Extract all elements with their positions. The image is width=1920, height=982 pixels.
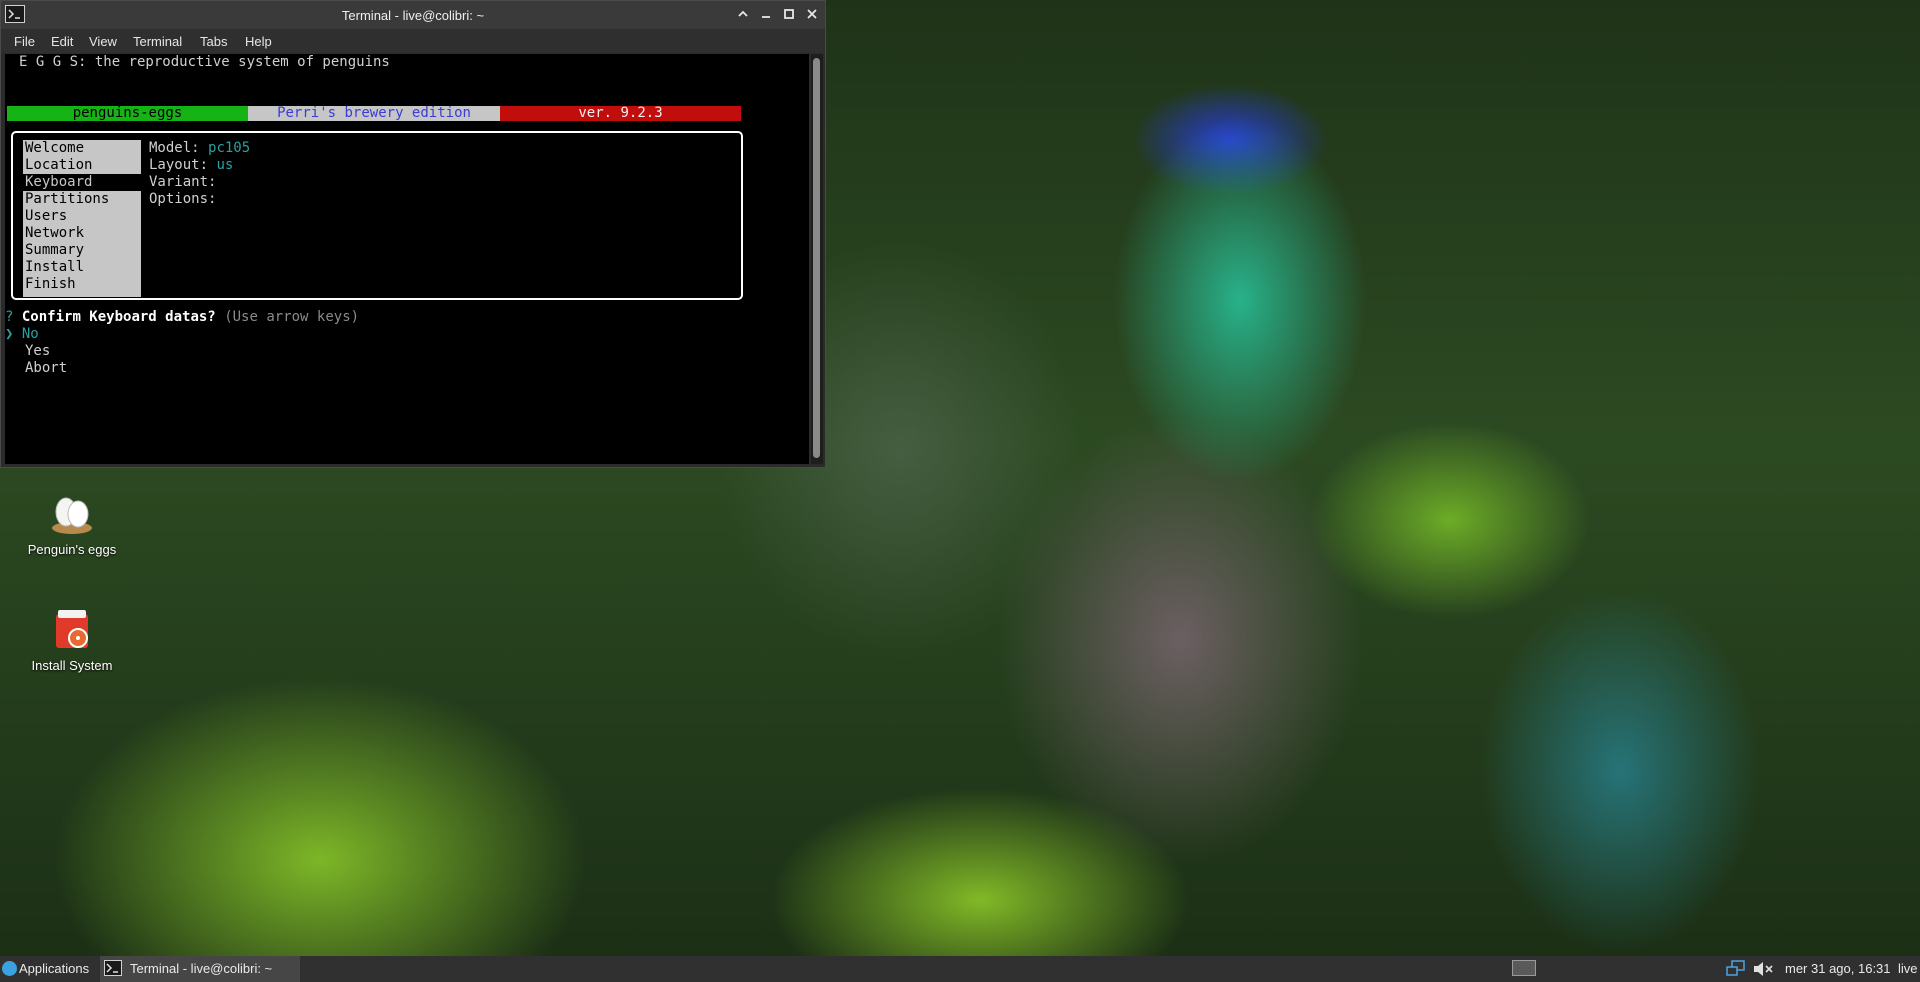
step-users: Users: [25, 208, 68, 224]
options-label: Options:: [149, 191, 217, 207]
step-partitions: Partitions: [25, 191, 110, 207]
user-menu[interactable]: live: [1898, 961, 1918, 976]
menubar: File Edit View Terminal Tabs Help: [1, 29, 825, 53]
window-title: Terminal - live@colibri: ~: [341, 8, 485, 23]
chevron-up-icon: [738, 10, 748, 17]
prompt-marker: ?: [5, 309, 14, 325]
window-titlebar[interactable]: Terminal - live@colibri: ~: [1, 1, 825, 29]
taskbar-item-terminal[interactable]: Terminal - live@colibri: ~: [100, 956, 300, 982]
taskbar: Applications Terminal - live@colibri: ~ …: [0, 956, 1920, 982]
step-finish: Finish: [25, 276, 76, 292]
field-layout: Layout: us: [149, 157, 233, 174]
steps-list: Welcome Location Keyboard Partitions Use…: [23, 140, 141, 297]
step-welcome: Welcome: [25, 140, 85, 156]
layout-label: Layout:: [149, 157, 209, 173]
scrollbar-thumb[interactable]: [813, 58, 820, 458]
taskbar-item-label: Terminal - live@colibri: ~: [130, 961, 273, 976]
model-value: pc105: [208, 140, 251, 156]
banner-product: penguins-eggs: [7, 106, 248, 121]
variant-label: Variant:: [149, 174, 217, 190]
menu-file[interactable]: File: [14, 34, 35, 49]
terminal-scrollbar[interactable]: [811, 54, 823, 464]
prompt-hint: (Use arrow keys): [224, 309, 360, 325]
menu-edit[interactable]: Edit: [51, 34, 73, 49]
shade-button[interactable]: [734, 6, 752, 24]
desktop-icon-install-system[interactable]: Install System: [12, 606, 132, 673]
model-label: Model:: [149, 140, 200, 156]
option-label: No: [21, 326, 39, 342]
desktop-icon-label: Install System: [31, 658, 113, 673]
terminal-output[interactable]: E G G S: the reproductive system of peng…: [5, 54, 809, 464]
prompt-option-no[interactable]: ❯ No: [5, 326, 39, 343]
desktop-icon-penguins-eggs[interactable]: Penguin's eggs: [12, 490, 132, 557]
field-options: Options:: [149, 191, 216, 208]
step-keyboard: Keyboard: [23, 174, 141, 191]
clock[interactable]: mer 31 ago, 16:31: [1785, 961, 1891, 976]
menu-tabs[interactable]: Tabs: [200, 34, 227, 49]
prompt-line: ? Confirm Keyboard datas? (Use arrow key…: [5, 309, 359, 326]
volume-muted-icon[interactable]: [1752, 960, 1774, 978]
menu-help[interactable]: Help: [245, 34, 272, 49]
applications-icon: [2, 961, 17, 976]
applications-label: Applications: [19, 961, 90, 976]
step-install: Install: [25, 259, 85, 275]
prompt-question: Confirm Keyboard datas?: [21, 309, 216, 325]
banner-edition: Perri's brewery edition: [248, 106, 500, 121]
network-icon[interactable]: [1726, 960, 1746, 978]
field-variant: Variant:: [149, 174, 216, 191]
menu-view[interactable]: View: [89, 34, 117, 49]
close-icon: [807, 9, 817, 19]
step-location: Location: [25, 157, 93, 173]
prompt-option-yes[interactable]: Yes: [25, 343, 50, 360]
close-button[interactable]: [803, 6, 821, 24]
installer-icon: [48, 606, 96, 654]
minimize-button[interactable]: [757, 6, 775, 24]
selection-pointer-icon: ❯: [5, 326, 14, 342]
minimize-icon: [762, 16, 770, 18]
terminal-icon: [104, 960, 122, 976]
desktop-icon-label: Penguin's eggs: [27, 542, 117, 557]
eggs-icon: [48, 490, 96, 538]
terminal-window: Terminal - live@colibri: ~ File Edit Vie…: [0, 0, 826, 468]
header-line: E G G S: the reproductive system of peng…: [19, 54, 390, 70]
step-network: Network: [25, 225, 85, 241]
maximize-icon: [784, 9, 794, 19]
step-summary: Summary: [25, 242, 85, 258]
applications-menu-button[interactable]: Applications: [0, 956, 98, 982]
maximize-button[interactable]: [780, 6, 798, 24]
menu-terminal[interactable]: Terminal: [133, 34, 182, 49]
field-model: Model: pc105: [149, 140, 250, 157]
banner-version: ver. 9.2.3: [500, 106, 741, 121]
installer-steps-box: Welcome Location Keyboard Partitions Use…: [11, 131, 743, 300]
layout-value: us: [216, 157, 234, 173]
workspace-switcher[interactable]: [1512, 960, 1536, 976]
prompt-option-abort[interactable]: Abort: [25, 360, 67, 377]
